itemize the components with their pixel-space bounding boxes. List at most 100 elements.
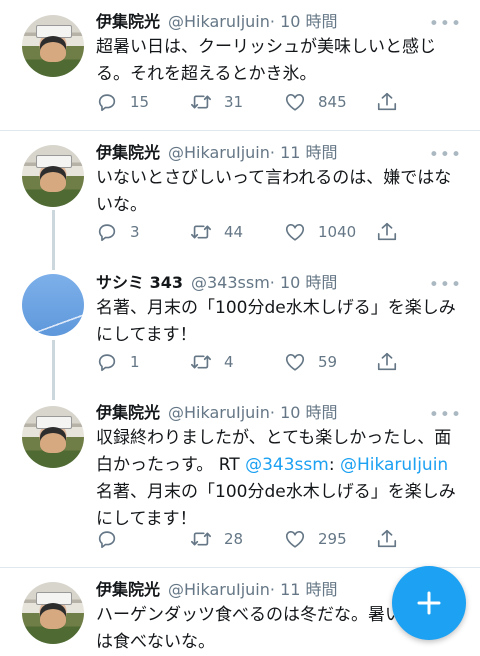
tweet-time: · 10 時間 — [269, 403, 338, 422]
more-options-icon[interactable]: ••• — [429, 275, 462, 295]
retweet-icon — [191, 225, 211, 239]
author-handle: @343ssm — [190, 273, 270, 292]
tweet-text-line: いな。 — [96, 195, 147, 215]
like-count: 59 — [318, 353, 338, 371]
like-button[interactable]: 845 — [284, 90, 347, 114]
like-button[interactable]: 1040 — [284, 220, 356, 244]
avatar[interactable] — [22, 15, 84, 77]
share-button[interactable] — [376, 350, 410, 374]
tweet-header: 伊集院光 @HikaruIjuin· 10 時間 — [96, 12, 462, 32]
tweet-text-line: 名著、月末の「100分de水木しげる」を楽しみ — [96, 298, 456, 318]
tweet-actions: 3 44 1040 — [96, 220, 406, 244]
reply-count: 3 — [130, 223, 140, 241]
tweet-text-line: 名著、月末の「100分de水木しげる」を楽しみ — [96, 482, 456, 502]
tweet[interactable]: 伊集院光 @HikaruIjuin· 11 時間 ••• いないとさびしいって言わ… — [0, 131, 480, 261]
tweet-header: 伊集院光 @HikaruIjuin· 10 時間 — [96, 403, 462, 423]
share-icon — [377, 352, 397, 371]
author-name[interactable]: サシミ 343 — [96, 273, 183, 292]
share-button[interactable] — [376, 90, 410, 114]
reply-button[interactable] — [96, 527, 130, 551]
tweet-text-line: ハーゲンダッツ食べるのは冬だな。暑い — [96, 605, 402, 625]
reply-count: 15 — [130, 93, 150, 111]
like-button[interactable]: 59 — [284, 350, 337, 374]
heart-icon — [285, 224, 305, 241]
tweet-header: 伊集院光 @HikaruIjuin· 11 時間 — [96, 143, 462, 163]
tweet-text-line: 白かったっす。 RT — [96, 455, 246, 475]
tweet-text: 超暑い日は、クーリッシュが美味しいと感じ る。それを超えるとかき氷。 — [96, 34, 462, 88]
mention-link[interactable]: @343ssm — [245, 455, 329, 475]
tweet-header: サシミ 343 @343ssm· 10 時間 — [96, 273, 462, 293]
avatar[interactable] — [22, 274, 84, 336]
retweet-icon — [191, 355, 211, 369]
tweet-text-line: いないとさびしいって言われるのは、嫌ではな — [96, 168, 452, 188]
tweet-time: · 11 時間 — [269, 143, 338, 162]
more-options-icon[interactable]: ••• — [429, 145, 462, 165]
like-count: 1040 — [318, 223, 357, 241]
tweet-text-line: 収録終わりましたが、とても楽しかったし、面 — [96, 428, 452, 448]
retweet-button[interactable]: 31 — [190, 90, 243, 114]
tweet-text-line: 超暑い日は、クーリッシュが美味しいと感じ — [96, 37, 436, 57]
author-handle: @HikaruIjuin — [168, 580, 270, 599]
tweet-text: 名著、月末の「100分de水木しげる」を楽しみ にしてます！ — [96, 295, 462, 349]
author-name[interactable]: 伊集院光 — [96, 403, 160, 422]
retweet-count: 4 — [224, 353, 234, 371]
retweet-icon — [191, 95, 211, 109]
author-handle: @HikaruIjuin — [168, 12, 270, 31]
reply-button[interactable]: 1 — [96, 350, 140, 374]
reply-button[interactable]: 15 — [96, 90, 149, 114]
author-handle: @HikaruIjuin — [168, 143, 270, 162]
tweet-text: 収録終わりましたが、とても楽しかったし、面 白かったっす。 RT @343ssm… — [96, 425, 462, 533]
mention-link[interactable]: @HikaruIjuin — [340, 455, 448, 475]
more-options-icon[interactable]: ••• — [429, 405, 462, 425]
retweet-count: 28 — [224, 530, 244, 548]
tweet-actions: 15 31 845 — [96, 90, 406, 114]
thread-connector — [52, 210, 55, 270]
share-button[interactable] — [376, 220, 410, 244]
like-count: 845 — [318, 93, 347, 111]
author-name[interactable]: 伊集院光 — [96, 143, 160, 162]
reply-icon — [98, 224, 116, 242]
tweet-text-line: る。それを超えるとかき氷。 — [96, 64, 317, 84]
tweet-text-line: にしてます！ — [96, 509, 197, 529]
more-options-icon[interactable]: ••• — [429, 14, 462, 34]
tweet[interactable]: 伊集院光 @HikaruIjuin· 10 時間 ••• 収録終わりましたが、とて… — [0, 398, 480, 566]
tweet-text-line: にしてます！ — [96, 325, 197, 345]
avatar[interactable] — [22, 145, 84, 207]
share-icon — [377, 92, 397, 111]
reply-icon — [98, 354, 116, 372]
tweet[interactable]: サシミ 343 @343ssm· 10 時間 ••• 名著、月末の「100分de水… — [0, 262, 480, 398]
share-icon — [377, 222, 397, 241]
tweet-text-fragment: : — [328, 455, 340, 475]
tweet-text-line: は食べないな。 — [96, 632, 215, 652]
like-count: 295 — [318, 530, 347, 548]
retweet-button[interactable]: 44 — [190, 220, 243, 244]
retweet-button[interactable]: 4 — [190, 350, 234, 374]
tweet[interactable]: 伊集院光 @HikaruIjuin· 10 時間 ••• 超暑い日は、クーリッシュ… — [0, 0, 480, 130]
plus-icon — [417, 591, 441, 615]
retweet-button[interactable]: 28 — [190, 527, 243, 551]
tweet-time: · 10 時間 — [269, 273, 338, 292]
tweet-time: · 11 時間 — [269, 580, 338, 599]
tweet-actions: 1 4 59 — [96, 350, 406, 374]
retweet-icon — [191, 532, 211, 546]
heart-icon — [285, 354, 305, 371]
tweet-actions: 28 295 — [96, 527, 406, 551]
compose-tweet-button[interactable] — [392, 566, 466, 640]
heart-icon — [285, 531, 305, 548]
like-button[interactable]: 295 — [284, 527, 347, 551]
heart-icon — [285, 94, 305, 111]
tweet-time: · 10 時間 — [269, 12, 338, 31]
share-icon — [377, 529, 397, 548]
retweet-count: 44 — [224, 223, 244, 241]
avatar[interactable] — [22, 406, 84, 468]
author-name[interactable]: 伊集院光 — [96, 12, 160, 31]
reply-icon — [98, 531, 116, 549]
reply-button[interactable]: 3 — [96, 220, 140, 244]
author-name[interactable]: 伊集院光 — [96, 580, 160, 599]
reply-icon — [98, 94, 116, 112]
share-button[interactable] — [376, 527, 410, 551]
avatar[interactable] — [22, 582, 84, 644]
author-handle: @HikaruIjuin — [168, 403, 270, 422]
retweet-count: 31 — [224, 93, 244, 111]
reply-count: 1 — [130, 353, 140, 371]
